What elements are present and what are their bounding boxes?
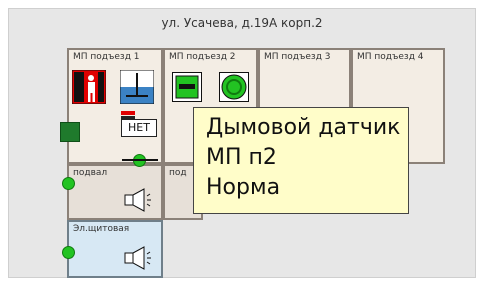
tooltip-sensor-type: Дымовой датчик	[206, 115, 401, 140]
person-exit-icon[interactable]	[71, 69, 107, 105]
basement-2-label: под	[169, 168, 187, 178]
battery-icon	[121, 106, 135, 119]
basement-label: подвал	[73, 168, 108, 178]
wire-line	[122, 159, 158, 161]
no-status-badge: НЕТ	[121, 119, 157, 137]
status-dot-icon[interactable]	[62, 177, 75, 190]
level-icon[interactable]	[119, 69, 155, 105]
entrance-1-cell[interactable]: МП подъезд 1	[67, 48, 163, 164]
electrical-room-label: Эл.щитовая	[73, 224, 130, 234]
green-circle-icon[interactable]	[219, 72, 249, 102]
green-square-icon[interactable]	[60, 122, 80, 142]
tooltip-sensor-status: Норма	[206, 175, 281, 200]
speaker-icon[interactable]	[124, 188, 152, 212]
entrance-1-label: МП подъезд 1	[73, 52, 140, 62]
entrance-2-label: МП подъезд 2	[169, 52, 236, 62]
tooltip-sensor-location: МП п2	[206, 145, 277, 170]
sensor-tooltip: Дымовой датчик МП п2 Норма	[193, 107, 409, 214]
entrance-4-label: МП подъезд 4	[357, 52, 424, 62]
status-dot-icon[interactable]	[62, 246, 75, 259]
speaker-icon[interactable]	[124, 246, 152, 270]
entrance-3-label: МП подъезд 3	[264, 52, 331, 62]
address-title: ул. Усачева, д.19А корп.2	[161, 16, 323, 30]
green-square-icon[interactable]	[172, 72, 202, 102]
